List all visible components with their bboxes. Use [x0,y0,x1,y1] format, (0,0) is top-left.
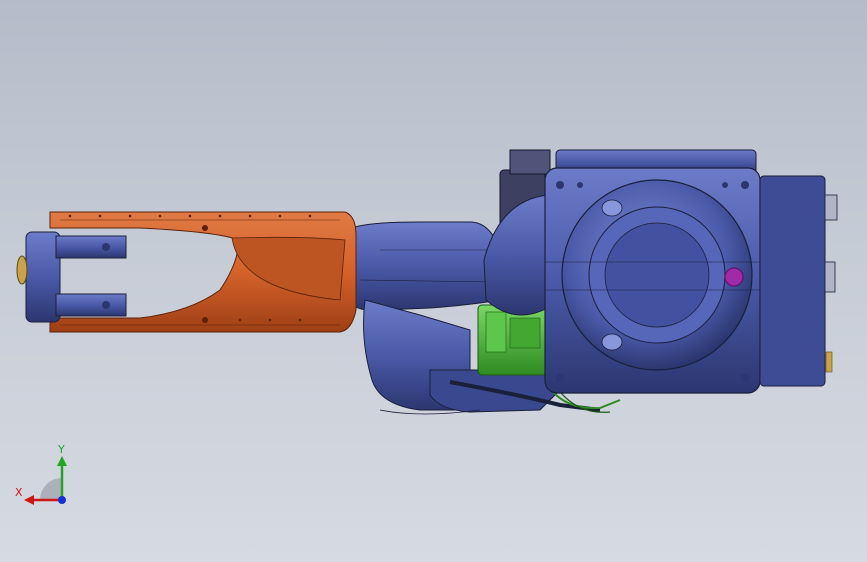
marker-dot[interactable] [724,267,744,287]
robot-arm-model[interactable] [0,0,867,562]
cad-viewport[interactable]: Y X [0,0,867,562]
z-axis-dot [58,496,66,504]
y-axis-label: Y [57,443,65,456]
triad-plane-icon [40,478,62,500]
x-axis-label: X [15,486,23,499]
orientation-triad: Y X [15,443,67,505]
wrist-flange[interactable] [16,231,127,323]
